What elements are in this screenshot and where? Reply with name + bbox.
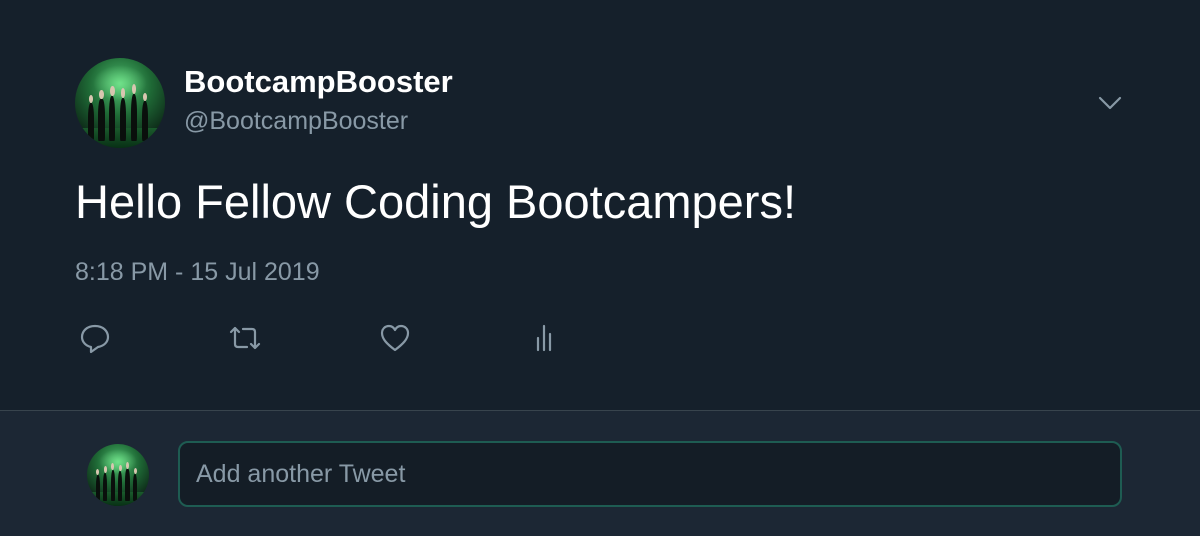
- retweet-icon: [229, 326, 261, 350]
- tweet-timestamp[interactable]: 8:18 PM - 15 Jul 2019: [75, 258, 320, 287]
- reply-composer-area: [0, 411, 1200, 536]
- analytics-button[interactable]: [527, 320, 563, 356]
- composer-avatar: [87, 444, 149, 506]
- reply-button[interactable]: [77, 320, 113, 356]
- reply-icon: [80, 324, 110, 354]
- profile-avatar[interactable]: [75, 58, 165, 148]
- user-handle[interactable]: @BootcampBooster: [184, 107, 408, 136]
- like-button[interactable]: [377, 320, 413, 356]
- tweet-text: Hello Fellow Coding Bootcampers!: [75, 175, 796, 228]
- add-tweet-input[interactable]: [178, 441, 1122, 507]
- retweet-button[interactable]: [227, 320, 263, 356]
- chevron-down-icon[interactable]: [1095, 88, 1125, 118]
- heart-icon: [380, 324, 410, 352]
- tweet-card: BootcampBooster @BootcampBooster Hello F…: [0, 0, 1200, 410]
- analytics-icon: [536, 324, 552, 352]
- display-name[interactable]: BootcampBooster: [184, 64, 453, 100]
